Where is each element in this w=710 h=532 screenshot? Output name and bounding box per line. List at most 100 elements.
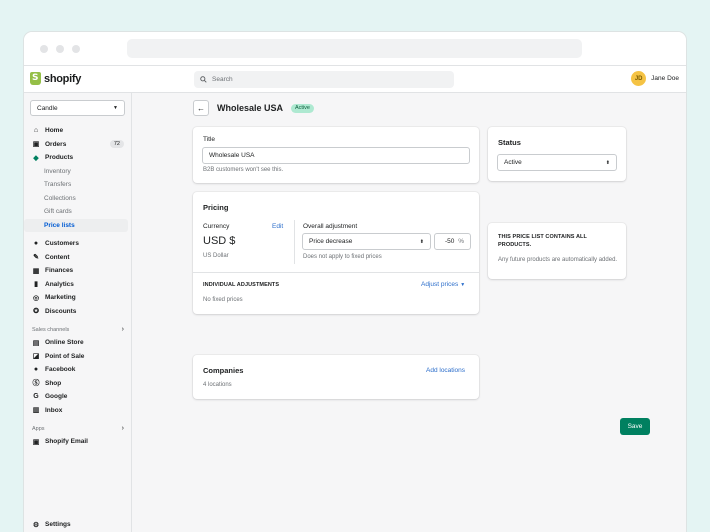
sidebar-item-point-of-sale[interactable]: ◪ Point of Sale [24,350,132,364]
sidebar-item-label: Point of Sale [45,352,85,360]
shopify-logo[interactable]: shopify [30,72,81,85]
select-arrows-icon: ⬍ [419,238,424,245]
browser-chrome [24,32,686,66]
back-button[interactable]: ← [193,100,209,116]
adjustment-help-text: Does not apply to fixed prices [303,254,382,260]
sidebar-item-customers[interactable]: ● Customers [24,237,132,251]
sidebar-item-label: Home [45,127,64,135]
sidebar-item-finances[interactable]: ▦ Finances [24,264,132,278]
search-placeholder: Search [212,76,233,83]
primary-nav: ⌂ Home ▣ Orders 72 ◆ Products Inventory … [24,124,132,449]
orders-count-badge: 72 [109,140,124,148]
marketing-icon: ◎ [32,294,40,302]
sidebar-item-orders[interactable]: ▣ Orders 72 [24,138,132,152]
chevron-right-icon: › [121,326,124,333]
sidebar-item-label: Discounts [45,307,77,315]
sidebar-item-settings[interactable]: ⚙ Settings [24,518,132,532]
adjustment-type-value: Price decrease [309,238,353,245]
browser-window: shopify Search JD Jane Doe Candle ▼ ⌂ Ho… [24,32,686,532]
locations-count: 4 locations [203,382,232,388]
adjustment-label: Overall adjustment [303,223,358,230]
sidebar-item-label: Google [45,393,68,401]
companies-card: Companies Add locations 4 locations [193,355,479,399]
sidebar-item-google[interactable]: G Google [24,390,132,404]
status-select[interactable]: Active ⬍ [497,154,617,171]
sidebar-item-online-store[interactable]: ▤ Online Store [24,336,132,350]
sidebar-item-label: Settings [45,521,71,529]
search-icon [200,76,207,83]
sidebar-item-label: Orders [45,140,67,148]
sidebar-item-shopify-email[interactable]: ▣ Shopify Email [24,435,132,449]
sidebar-item-label: Inbox [45,406,63,414]
sidebar-item-label: Content [45,253,70,261]
info-text: Any future products are automatically ad… [498,257,618,263]
sales-channels-header[interactable]: Sales channels › [24,323,132,336]
window-dot [72,45,80,53]
sidebar-item-content[interactable]: ✎ Content [24,251,132,265]
companies-heading: Companies [203,366,244,375]
gear-icon: ⚙ [32,521,40,529]
user-name: Jane Doe [651,75,679,82]
address-bar[interactable] [127,39,582,58]
adjustment-value-input[interactable]: -50 % [434,233,471,250]
search-input[interactable]: Search [194,71,454,88]
sidebar-item-home[interactable]: ⌂ Home [24,124,132,138]
add-locations-link[interactable]: Add locations [426,367,465,374]
price-list-info-card: THIS PRICE LIST CONTAINS ALL PRODUCTS. A… [488,223,626,279]
logo-text: shopify [44,72,82,85]
window-dot [40,45,48,53]
title-input[interactable]: Wholesale USA [202,147,470,164]
sidebar-item-label: Marketing [45,294,76,302]
pricing-card: Pricing Currency Edit USD $ US Dollar Ov… [193,192,479,314]
adjustment-value: -50 [445,238,455,245]
title-help-text: B2B customers won't see this. [203,167,284,173]
discount-icon: ✪ [33,308,39,316]
section-label: Apps [32,425,45,432]
customers-icon: ● [33,240,39,248]
sidebar-item-shop[interactable]: Ⓢ Shop [24,377,132,391]
sidebar-item-inbox[interactable]: ▥ Inbox [24,404,132,418]
caret-down-icon: ▼ [460,281,466,288]
inbox-icon: ▥ [32,407,40,415]
orders-icon: ▣ [32,141,40,149]
sidebar-item-label: Online Store [45,339,84,347]
tag-icon: ◆ [33,154,39,162]
adjustment-type-select[interactable]: Price decrease ⬍ [302,233,431,250]
sidebar-item-gift-cards[interactable]: Gift cards [24,205,132,219]
adjust-prices-button[interactable]: Adjust prices ▼ [421,281,465,288]
sidebar-item-label: Collections [44,194,76,202]
avatar: JD [631,71,647,86]
status-heading: Status [498,138,521,147]
save-button[interactable]: Save [620,418,650,435]
currency-name: US Dollar [203,253,229,259]
sidebar-item-analytics[interactable]: ▮ Analytics [24,278,132,292]
analytics-icon: ▮ [34,281,38,289]
sidebar-item-transfers[interactable]: Transfers [24,178,132,192]
sidebar-item-collections[interactable]: Collections [24,192,132,206]
sidebar-item-inventory[interactable]: Inventory [24,165,132,179]
individual-adjustments-heading: INDIVIDUAL ADJUSTMENTS [203,282,280,288]
sidebar-item-label: Analytics [45,280,74,288]
bank-icon: ▦ [32,267,40,275]
sidebar-item-label: Products [45,154,74,162]
sidebar-item-facebook[interactable]: ● Facebook [24,363,132,377]
currency-label: Currency [203,223,230,230]
pricing-divider [294,220,295,264]
sidebar-item-discounts[interactable]: ✪ Discounts [24,305,132,319]
apps-header[interactable]: Apps › [24,422,132,435]
status-badge: Active [291,103,314,113]
store-icon: ▤ [32,339,40,347]
edit-currency-link[interactable]: Edit [272,223,283,230]
facebook-icon: ● [33,366,39,374]
sidebar-item-label: Customers [45,240,79,248]
user-menu[interactable]: JD Jane Doe [631,71,679,86]
store-selector[interactable]: Candle ▼ [30,100,125,116]
sidebar-item-products[interactable]: ◆ Products [24,151,132,165]
info-heading: THIS PRICE LIST CONTAINS ALL PRODUCTS. [498,234,587,248]
sidebar-item-marketing[interactable]: ◎ Marketing [24,291,132,305]
page-title: Wholesale USA [217,103,284,113]
google-icon: G [33,393,39,401]
shop-icon: Ⓢ [32,380,40,388]
sidebar-item-price-lists[interactable]: Price lists [24,218,128,232]
sidebar-item-label: Transfers [44,181,72,189]
